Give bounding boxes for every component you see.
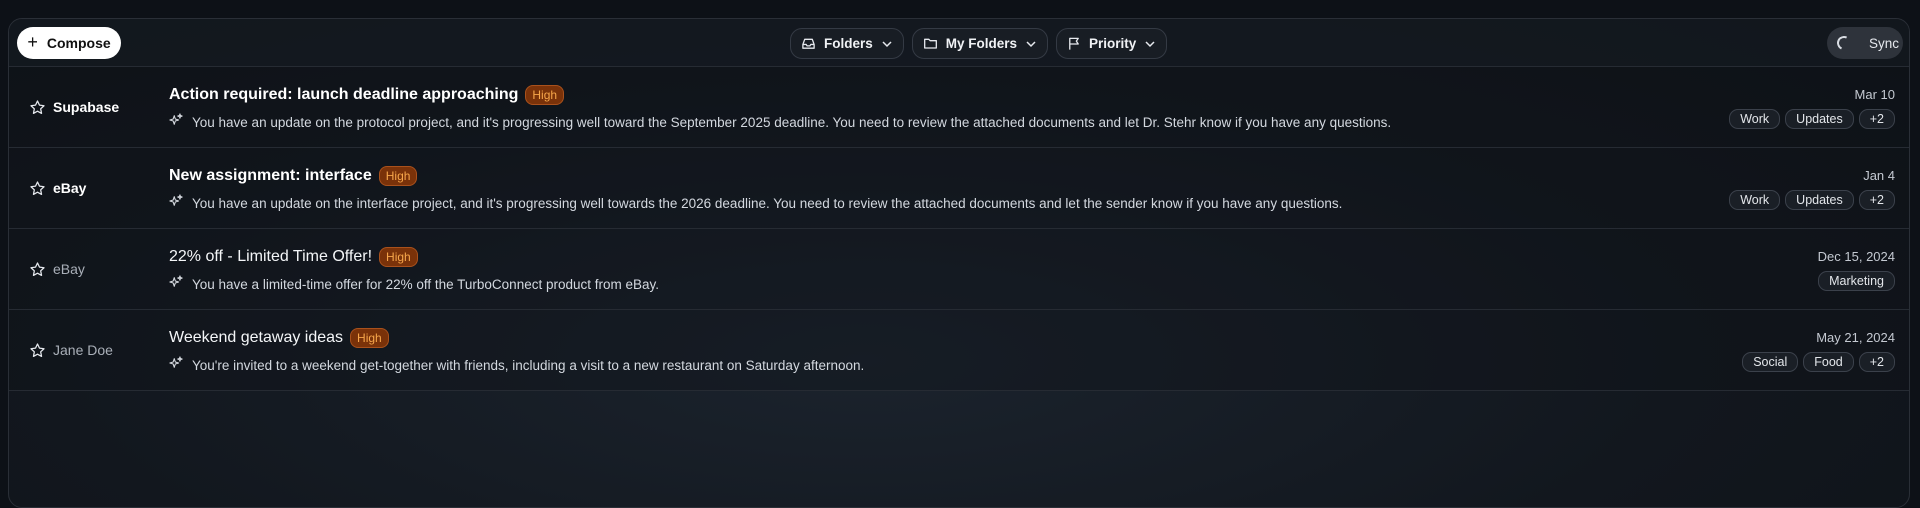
email-date: Dec 15, 2024 bbox=[1817, 249, 1895, 264]
snippet-line: You're invited to a weekend get-together… bbox=[169, 356, 864, 375]
email-snippet: You're invited to a weekend get-together… bbox=[192, 358, 865, 373]
email-list: Supabase Action required: launch deadlin… bbox=[9, 67, 1909, 391]
flag-icon bbox=[1067, 36, 1081, 51]
tag[interactable]: Work bbox=[1729, 109, 1781, 129]
email-snippet: You have an update on the interface proj… bbox=[192, 196, 1343, 211]
tag[interactable]: Marketing bbox=[1818, 271, 1895, 291]
folders-dropdown[interactable]: Folders bbox=[790, 28, 904, 59]
sparkles-icon bbox=[169, 113, 183, 132]
loading-spinner-icon bbox=[1835, 34, 1853, 52]
filter-bar: Folders My Folders Priority bbox=[790, 28, 1168, 59]
subject-line: Weekend getaway ideas High bbox=[169, 328, 389, 349]
folder-icon bbox=[923, 36, 938, 51]
toolbar: + Compose Folders My Folders Priority Sy… bbox=[9, 19, 1909, 67]
tag[interactable]: Updates bbox=[1785, 109, 1854, 129]
star-icon[interactable] bbox=[29, 180, 46, 202]
email-snippet: You have a limited-time offer for 22% of… bbox=[192, 277, 660, 292]
chevron-down-icon bbox=[1025, 38, 1037, 50]
folders-label: Folders bbox=[824, 36, 873, 51]
my-folders-dropdown[interactable]: My Folders bbox=[911, 28, 1049, 59]
compose-label: Compose bbox=[46, 35, 111, 51]
email-sender: eBay bbox=[53, 180, 87, 196]
priority-badge: High bbox=[378, 166, 418, 187]
plus-icon: + bbox=[27, 32, 38, 52]
snippet-line: You have an update on the protocol proje… bbox=[169, 113, 1391, 132]
email-row[interactable]: Jane Doe Weekend getaway ideas High You'… bbox=[9, 310, 1909, 391]
subject-line: New assignment: interface High bbox=[169, 166, 418, 187]
more-tags-badge[interactable]: +2 bbox=[1858, 109, 1895, 129]
sparkles-icon bbox=[169, 194, 183, 213]
email-subject: 22% off - Limited Time Offer! bbox=[169, 248, 373, 266]
subject-line: 22% off - Limited Time Offer! High bbox=[169, 247, 418, 268]
star-icon[interactable] bbox=[29, 261, 46, 283]
tag-list: Marketing bbox=[1818, 271, 1895, 291]
email-sender: Supabase bbox=[53, 99, 120, 115]
email-date: Mar 10 bbox=[1854, 87, 1895, 102]
snippet-line: You have an update on the interface proj… bbox=[169, 194, 1342, 213]
tag[interactable]: Work bbox=[1729, 190, 1781, 210]
snippet-line: You have a limited-time offer for 22% of… bbox=[169, 275, 659, 294]
tag[interactable]: Updates bbox=[1785, 190, 1854, 210]
email-subject: Action required: launch deadline approac… bbox=[169, 86, 519, 104]
email-row[interactable]: eBay New assignment: interface High You … bbox=[9, 148, 1909, 229]
email-date: May 21, 2024 bbox=[1816, 330, 1895, 345]
mail-app: + Compose Folders My Folders Priority Sy… bbox=[8, 18, 1910, 508]
email-snippet: You have an update on the protocol proje… bbox=[192, 115, 1392, 130]
chevron-down-icon bbox=[881, 38, 893, 50]
email-subject: Weekend getaway ideas bbox=[169, 329, 344, 347]
priority-badge: High bbox=[379, 247, 418, 268]
email-sender: eBay bbox=[53, 261, 85, 277]
sync-button[interactable]: Sync bbox=[1827, 27, 1903, 59]
chevron-down-icon bbox=[1144, 38, 1156, 50]
priority-dropdown[interactable]: Priority bbox=[1056, 28, 1168, 59]
inbox-icon bbox=[801, 36, 816, 51]
priority-badge: High bbox=[525, 85, 565, 106]
sparkles-icon bbox=[169, 356, 183, 375]
email-row[interactable]: eBay 22% off - Limited Time Offer! High … bbox=[9, 229, 1909, 310]
compose-button[interactable]: + Compose bbox=[17, 27, 121, 59]
tag-list: Work Updates +2 bbox=[1729, 109, 1895, 129]
tag-list: Work Updates +2 bbox=[1729, 190, 1895, 210]
email-date: Jan 4 bbox=[1863, 168, 1895, 183]
tag[interactable]: Food bbox=[1803, 352, 1854, 372]
priority-badge: High bbox=[350, 328, 389, 349]
email-subject: New assignment: interface bbox=[169, 167, 372, 185]
my-folders-label: My Folders bbox=[945, 36, 1018, 51]
more-tags-badge[interactable]: +2 bbox=[1858, 190, 1895, 210]
email-row[interactable]: Supabase Action required: launch deadlin… bbox=[9, 67, 1909, 148]
star-icon[interactable] bbox=[29, 99, 46, 121]
tag[interactable]: Social bbox=[1742, 352, 1799, 372]
star-icon[interactable] bbox=[29, 342, 46, 364]
email-sender: Jane Doe bbox=[53, 342, 113, 358]
tag-list: Social Food +2 bbox=[1742, 352, 1895, 372]
sync-label: Sync bbox=[1869, 35, 1900, 51]
subject-line: Action required: launch deadline approac… bbox=[169, 85, 565, 106]
sparkles-icon bbox=[169, 275, 183, 294]
priority-label: Priority bbox=[1089, 36, 1137, 51]
more-tags-badge[interactable]: +2 bbox=[1858, 352, 1895, 372]
